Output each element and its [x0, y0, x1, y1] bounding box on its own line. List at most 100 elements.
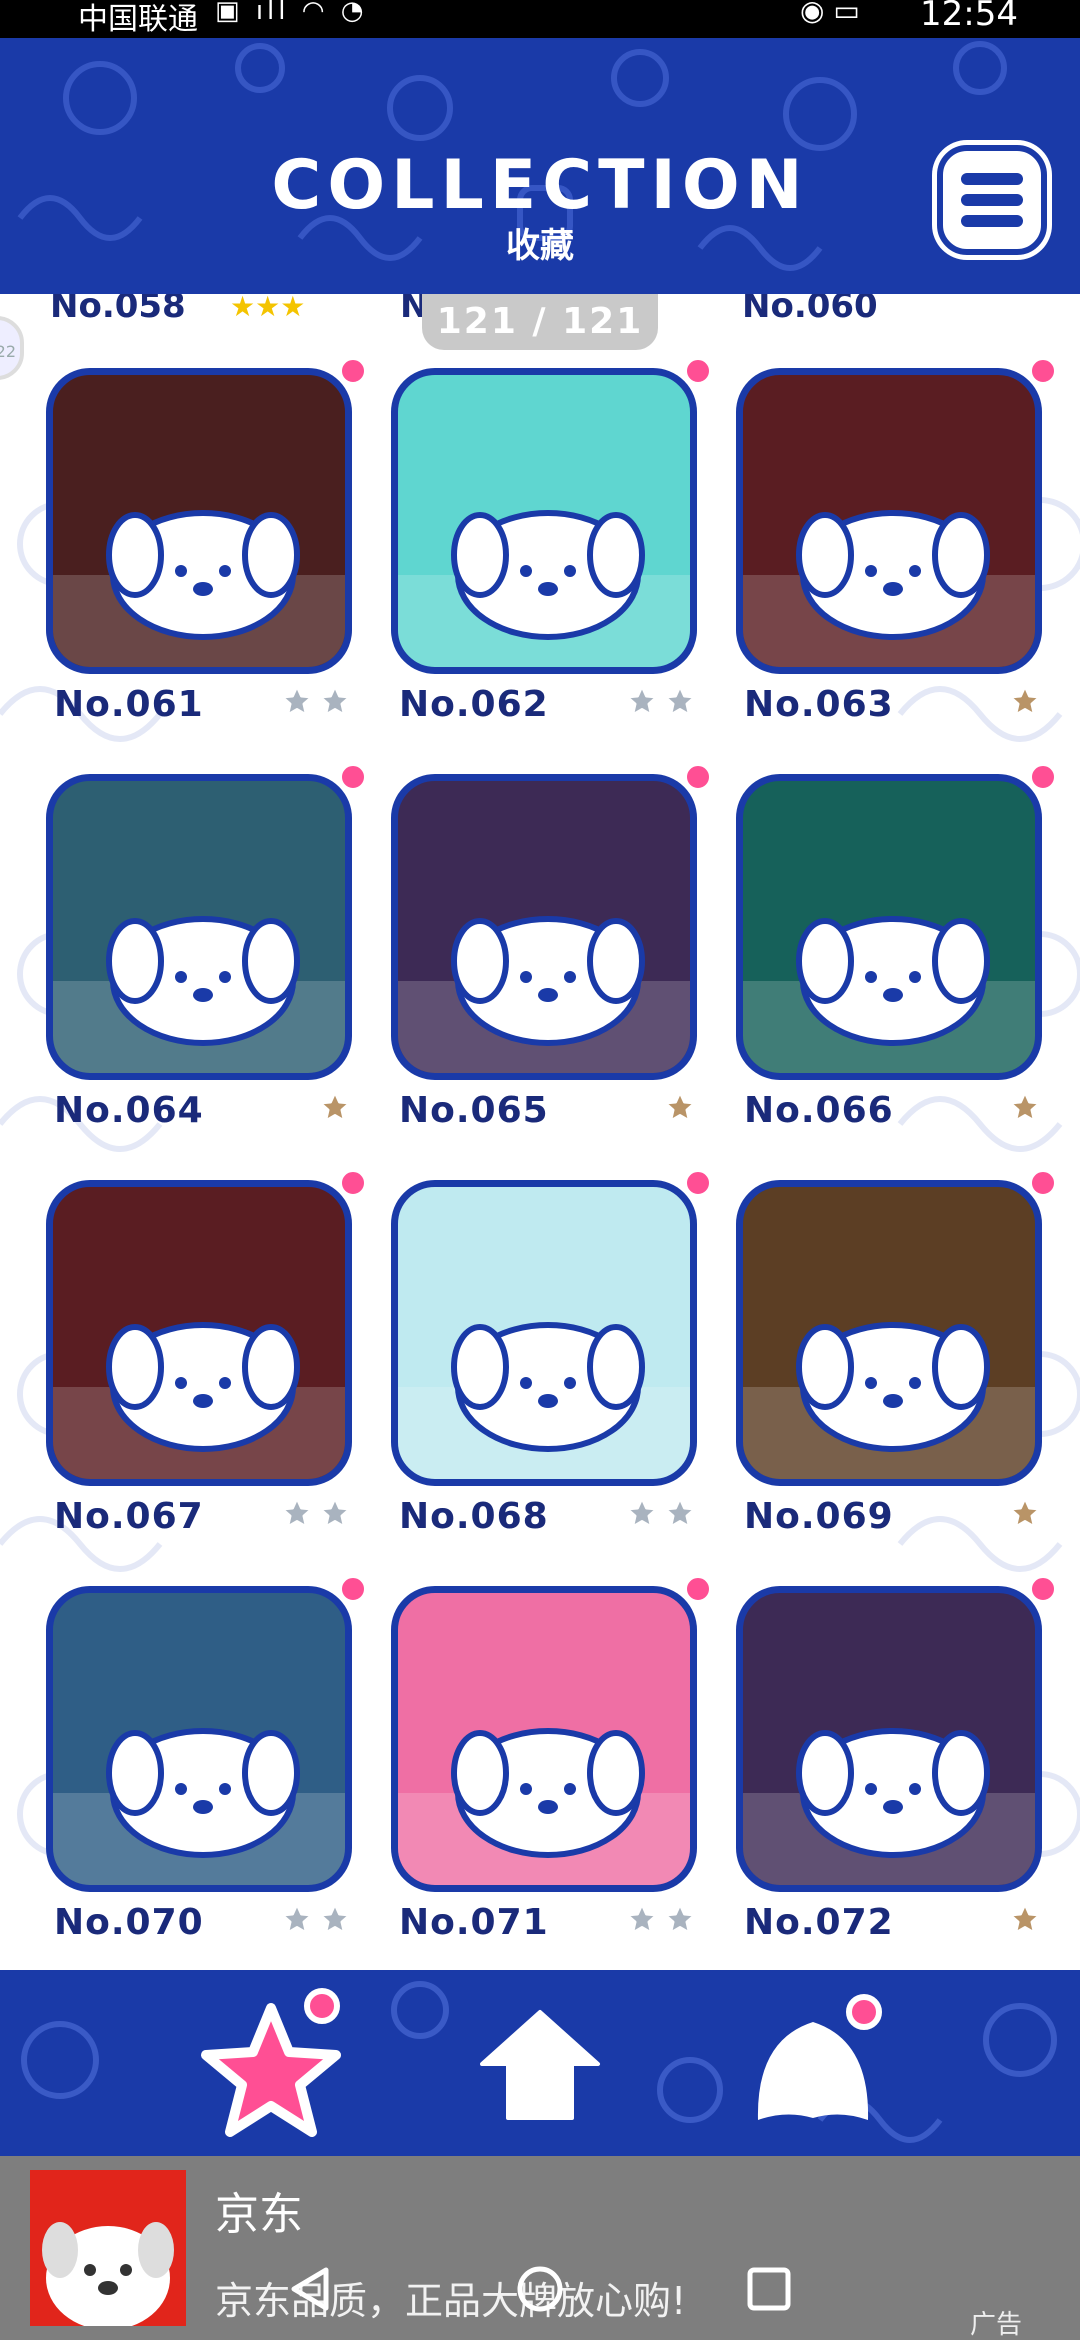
card-number: No.067	[54, 1496, 204, 1537]
home-circle-icon[interactable]	[515, 2264, 565, 2314]
star-icon	[318, 1902, 352, 1935]
new-badge	[1028, 1168, 1058, 1198]
card-illustration	[46, 1586, 352, 1892]
card-number: No.065	[399, 1090, 549, 1131]
card-number: No.068	[399, 1496, 549, 1537]
card-illustration	[46, 774, 352, 1080]
card-illustration	[46, 368, 352, 674]
rarity-stars	[625, 684, 697, 718]
rarity-stars	[663, 1090, 697, 1124]
nav-character-badge	[846, 1994, 882, 2030]
new-badge	[1028, 1574, 1058, 1604]
new-badge	[683, 762, 713, 792]
star-icon	[663, 1902, 697, 1935]
star-icon	[280, 1496, 314, 1529]
clock: 12:54	[920, 0, 1018, 34]
card-illustration	[736, 1180, 1042, 1486]
nav-collection-button[interactable]	[196, 1988, 346, 2140]
rarity-stars	[280, 1902, 352, 1936]
page-title: COLLECTION	[271, 146, 809, 225]
collection-card[interactable]: No.068	[391, 1168, 713, 1537]
card-illustration	[736, 774, 1042, 1080]
card-number: No.069	[744, 1496, 894, 1537]
rarity-stars	[625, 1496, 697, 1530]
nav-character-button[interactable]	[748, 1994, 882, 2130]
home-icon	[480, 2010, 600, 2120]
collection-card[interactable]: No.070	[46, 1574, 368, 1943]
status-bar: 中国联通 ▣ ıll ◠ ◔ ◉ ▭ 12:54	[0, 0, 1080, 38]
collection-card[interactable]: No.065	[391, 762, 713, 1131]
star-icon	[318, 1496, 352, 1529]
collection-card[interactable]: No.072	[736, 1574, 1058, 1943]
recents-icon[interactable]	[744, 2264, 794, 2314]
collection-card[interactable]: No.069	[736, 1168, 1058, 1537]
partial-label-left: No.058	[50, 294, 186, 326]
new-badge	[683, 1574, 713, 1604]
new-badge	[338, 1168, 368, 1198]
back-icon[interactable]	[286, 2264, 336, 2314]
nav-collection-badge	[304, 1988, 340, 2024]
partial-stars: ★★★	[230, 294, 306, 323]
card-number: No.071	[399, 1902, 549, 1943]
star-icon	[663, 1496, 697, 1529]
star-icon	[280, 1902, 314, 1935]
collection-counter: 121 / 121	[422, 294, 658, 350]
card-illustration	[391, 1586, 697, 1892]
menu-icon-bar-middle	[961, 194, 1023, 206]
signal-wifi-icons: ▣ ıll ◠ ◔	[215, 0, 368, 26]
card-illustration	[736, 368, 1042, 674]
menu-icon-bar-bottom	[961, 215, 1023, 227]
card-number: No.061	[54, 684, 204, 725]
new-badge	[338, 762, 368, 792]
collection-card[interactable]: No.066	[736, 762, 1058, 1131]
rarity-stars	[318, 1090, 352, 1124]
new-badge	[1028, 762, 1058, 792]
card-illustration	[391, 368, 697, 674]
star-icon	[1008, 1090, 1042, 1123]
star-icon	[280, 684, 314, 717]
menu-icon-bar-top	[961, 173, 1023, 185]
collection-grid[interactable]: No.058 ★★★ N No.060 121 / 121 22 No.061 N…	[0, 294, 1080, 1970]
star-icon	[318, 1090, 352, 1123]
card-number: No.062	[399, 684, 549, 725]
rarity-stars	[280, 1496, 352, 1530]
new-badge	[1028, 356, 1058, 386]
new-badge	[338, 1574, 368, 1604]
collection-card[interactable]: No.067	[46, 1168, 368, 1537]
card-number: No.066	[744, 1090, 894, 1131]
card-number: No.063	[744, 684, 894, 725]
star-icon	[625, 1496, 659, 1529]
rarity-stars	[625, 1902, 697, 1936]
star-icon	[663, 684, 697, 717]
card-number: No.064	[54, 1090, 204, 1131]
alarm-battery-icons: ◉ ▭	[800, 0, 860, 27]
card-illustration	[46, 1180, 352, 1486]
collection-card[interactable]: No.062	[391, 356, 713, 725]
system-nav-bar	[0, 2226, 1080, 2340]
menu-button[interactable]	[937, 145, 1047, 255]
new-badge	[683, 356, 713, 386]
star-icon	[1008, 1496, 1042, 1529]
collection-card[interactable]: No.071	[391, 1574, 713, 1943]
collection-card[interactable]: No.061	[46, 356, 368, 725]
page-subtitle: 收藏	[506, 226, 574, 266]
star-icon	[663, 1090, 697, 1123]
card-illustration	[736, 1586, 1042, 1892]
rarity-stars	[280, 684, 352, 718]
card-number: No.070	[54, 1902, 204, 1943]
rarity-stars	[1008, 1090, 1042, 1124]
star-icon	[1008, 1902, 1042, 1935]
star-icon	[625, 1902, 659, 1935]
card-number: No.072	[744, 1902, 894, 1943]
collection-card[interactable]: No.064	[46, 762, 368, 1131]
new-badge	[683, 1168, 713, 1198]
rarity-stars	[1008, 684, 1042, 718]
bottom-nav	[0, 1970, 1080, 2156]
nav-home-button[interactable]	[478, 2006, 602, 2126]
collection-card[interactable]: No.063	[736, 356, 1058, 725]
card-illustration	[391, 1180, 697, 1486]
rarity-stars	[1008, 1496, 1042, 1530]
carrier-label: 中国联通	[78, 2, 198, 37]
star-icon	[318, 684, 352, 717]
card-illustration	[391, 774, 697, 1080]
